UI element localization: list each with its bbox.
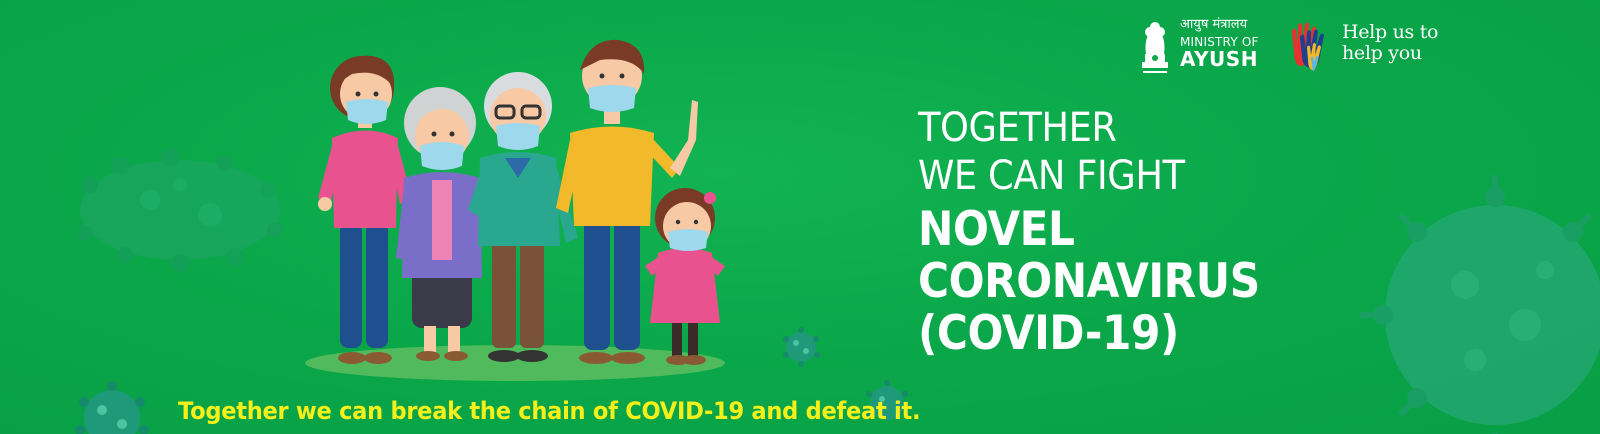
girl-figure: [645, 188, 725, 365]
mother-figure: [318, 55, 412, 364]
help-line-1: Help us to: [1342, 21, 1439, 43]
national-emblem-icon: [1142, 22, 1168, 73]
headline-line-together: TOGETHER: [918, 105, 1117, 151]
tagline: Together we can break the chain of COVID…: [178, 397, 921, 425]
family-illustration: [305, 39, 725, 381]
headline-line-novel: NOVEL: [918, 202, 1075, 257]
coronavirus-icon: [1360, 175, 1600, 434]
headline-line-we-can-fight: WE CAN FIGHT: [918, 153, 1185, 199]
grandfather-figure: [468, 72, 578, 362]
covid-banner: TOGETHER WE CAN FIGHT NOVEL CORONAVIRUS …: [0, 0, 1600, 434]
ministry-hindi-name: आयुष मंत्रालय: [1180, 17, 1248, 32]
coronavirus-icon: [75, 381, 149, 434]
ministry-of-ayush-logo[interactable]: आयुष मंत्रालय MINISTRY OF AYUSH: [1138, 18, 1259, 76]
help-us-to-help-you-logo[interactable]: Help us to help you: [1288, 21, 1439, 72]
coronavirus-icon: [77, 148, 283, 272]
headline-line-coronavirus: CORONAVIRUS: [918, 254, 1260, 309]
coronavirus-icon: [783, 327, 820, 367]
ayush-name: AYUSH: [1180, 47, 1258, 72]
headline: TOGETHER WE CAN FIGHT NOVEL CORONAVIRUS …: [918, 108, 1298, 362]
help-line-2: help you: [1342, 41, 1422, 64]
helping-hands-icon: [1292, 22, 1324, 71]
headline-line-covid19: (COVID-19): [918, 306, 1179, 361]
